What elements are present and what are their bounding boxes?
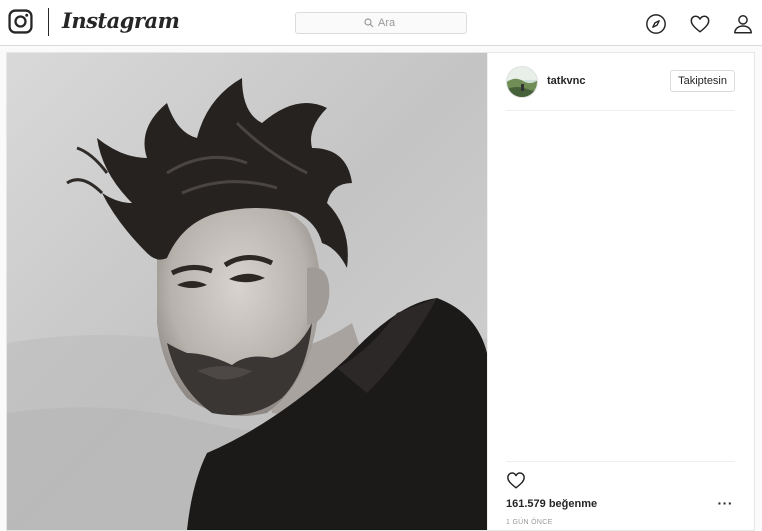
post-timestamp[interactable]: 1 GÜN ÖNCE (506, 519, 553, 526)
heart-icon[interactable] (689, 13, 711, 35)
avatar-landscape-image (507, 67, 537, 97)
instagram-camera-icon[interactable] (8, 9, 33, 34)
like-count[interactable]: 161.579 beğenme (506, 498, 597, 510)
post-header: tatkvnc Takiptesin (506, 65, 735, 111)
post-actions: 161.579 beğenme 1 GÜN ÖNCE ··· (506, 461, 735, 526)
following-button[interactable]: Takiptesin (670, 70, 735, 92)
compass-icon[interactable] (645, 13, 667, 35)
logo-divider (48, 8, 49, 36)
post-card: tatkvnc Takiptesin 161.579 beğenme 1 GÜN… (6, 52, 755, 531)
avatar[interactable] (506, 66, 538, 98)
like-heart-icon[interactable] (506, 471, 526, 489)
post-photo[interactable] (7, 53, 487, 530)
search-input[interactable] (378, 17, 398, 29)
top-navigation-bar: Instagram (0, 0, 762, 46)
portrait-photo-illustration (7, 53, 487, 530)
user-icon[interactable] (732, 13, 754, 35)
search-icon (364, 18, 374, 28)
instagram-wordmark[interactable]: Instagram (62, 8, 180, 33)
username[interactable]: tatkvnc (547, 75, 586, 87)
post-sidebar: tatkvnc Takiptesin 161.579 beğenme 1 GÜN… (487, 53, 754, 530)
search-box[interactable] (295, 12, 467, 34)
more-options-button[interactable]: ··· (718, 496, 734, 510)
